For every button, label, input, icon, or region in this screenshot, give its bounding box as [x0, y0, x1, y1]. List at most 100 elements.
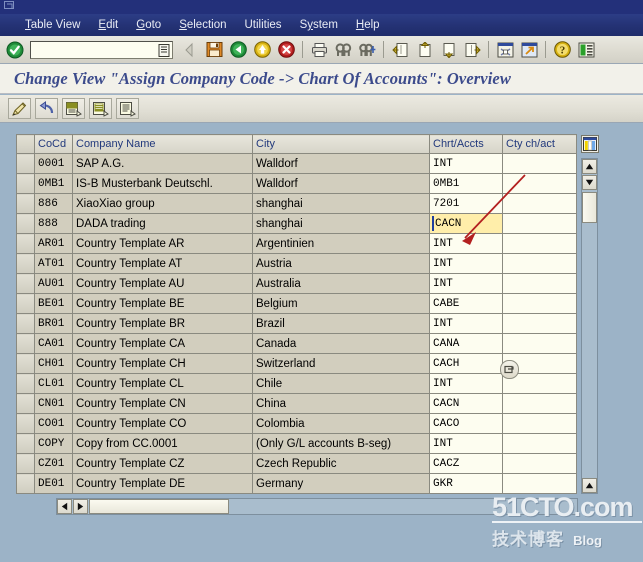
- table-row[interactable]: COPY Copy from CC.0001 (Only G/L accounts …: [16, 433, 577, 454]
- row-selector[interactable]: [16, 153, 35, 174]
- dropdown-search-help-icon[interactable]: [500, 360, 519, 379]
- table-row[interactable]: CL01 Country Template CL Chile INT: [16, 373, 577, 394]
- scroll-up-icon[interactable]: [582, 159, 597, 174]
- column-header-cocd[interactable]: CoCd: [34, 134, 73, 154]
- find-icon[interactable]: [332, 39, 354, 61]
- table-row[interactable]: AR01 Country Template AR Argentinien INT: [16, 233, 577, 254]
- scroll-bottom-icon[interactable]: [582, 478, 597, 493]
- menu-goto[interactable]: Goto: [127, 17, 170, 33]
- cell-cty[interactable]: [502, 173, 577, 194]
- cell-chrt[interactable]: INT: [429, 273, 503, 294]
- next-page-icon[interactable]: [437, 39, 459, 61]
- cell-chrt-active[interactable]: CACN: [429, 213, 503, 234]
- cell-chrt[interactable]: 0MB1: [429, 173, 503, 194]
- green-back-icon[interactable]: [227, 39, 249, 61]
- table-row[interactable]: CZ01 Country Template CZ Czech Republic CAC…: [16, 453, 577, 474]
- save-disk-icon[interactable]: [203, 39, 225, 61]
- previous-page-icon[interactable]: [413, 39, 435, 61]
- table-row[interactable]: CN01 Country Template CN China CACN: [16, 393, 577, 414]
- menu-selection[interactable]: Selection: [170, 17, 235, 33]
- table-row[interactable]: 0001 SAP A.G. Walldorf INT: [16, 153, 577, 174]
- cell-chrt[interactable]: INT: [429, 373, 503, 394]
- first-page-icon[interactable]: [389, 39, 411, 61]
- menu-system[interactable]: System: [291, 17, 347, 33]
- cell-chrt[interactable]: INT: [429, 313, 503, 334]
- cell-chrt[interactable]: CACN: [429, 393, 503, 414]
- table-row[interactable]: BE01 Country Template BE Belgium CABE: [16, 293, 577, 314]
- select-all-rows-header[interactable]: [16, 134, 35, 154]
- horizontal-scroll-thumb[interactable]: [89, 499, 229, 514]
- table-row[interactable]: 886 XiaoXiao group shanghai 7201: [16, 193, 577, 214]
- cell-cty[interactable]: [502, 433, 577, 454]
- cell-chrt[interactable]: INT: [429, 153, 503, 174]
- row-selector[interactable]: [16, 173, 35, 194]
- menu-utilities[interactable]: Utilities: [236, 17, 291, 33]
- cell-chrt[interactable]: INT: [429, 233, 503, 254]
- red-cancel-icon[interactable]: [275, 39, 297, 61]
- display-change-pencil-icon[interactable]: [8, 98, 31, 119]
- window-restore-icon[interactable]: [4, 1, 17, 12]
- menu-help[interactable]: Help: [347, 17, 389, 33]
- vertical-scroll-thumb[interactable]: [582, 192, 597, 223]
- undo-arrow-icon[interactable]: [35, 98, 58, 119]
- new-session-icon[interactable]: [494, 39, 516, 61]
- last-page-icon[interactable]: [461, 39, 483, 61]
- row-selector[interactable]: [16, 213, 35, 234]
- row-selector[interactable]: [16, 453, 35, 474]
- find-next-icon[interactable]: [356, 39, 378, 61]
- table-row[interactable]: 888 DADA trading shanghai CACN: [16, 213, 577, 234]
- row-selector[interactable]: [16, 353, 35, 374]
- scroll-left-icon[interactable]: [57, 499, 72, 514]
- customize-layout-icon[interactable]: [575, 39, 597, 61]
- row-selector[interactable]: [16, 253, 35, 274]
- scroll-down-icon[interactable]: [582, 175, 597, 190]
- row-selector[interactable]: [16, 233, 35, 254]
- cell-cty[interactable]: [502, 453, 577, 474]
- cell-chrt[interactable]: INT: [429, 253, 503, 274]
- scroll-right-icon[interactable]: [73, 499, 88, 514]
- column-header-cty-ch-act[interactable]: Cty ch/act: [502, 134, 577, 154]
- cell-chrt[interactable]: INT: [429, 433, 503, 454]
- row-selector[interactable]: [16, 273, 35, 294]
- print-icon[interactable]: [308, 39, 330, 61]
- cell-cty[interactable]: [502, 253, 577, 274]
- cell-cty[interactable]: [502, 333, 577, 354]
- command-field-dropdown-icon[interactable]: [158, 43, 170, 60]
- cell-chrt[interactable]: CACZ: [429, 453, 503, 474]
- table-row[interactable]: DE01 Country Template DE Germany GKR: [16, 473, 577, 494]
- cell-chrt[interactable]: GKR: [429, 473, 503, 494]
- column-header-city[interactable]: City: [252, 134, 430, 154]
- row-selector[interactable]: [16, 293, 35, 314]
- row-selector[interactable]: [16, 433, 35, 454]
- row-selector[interactable]: [16, 473, 35, 494]
- table-row[interactable]: CH01 Country Template CH Switzerland CACH: [16, 353, 577, 374]
- table-row[interactable]: CA01 Country Template CA Canada CANA: [16, 333, 577, 354]
- command-field[interactable]: [30, 40, 173, 60]
- help-icon[interactable]: ?: [551, 39, 573, 61]
- column-header-company-name[interactable]: Company Name: [72, 134, 253, 154]
- cell-cty[interactable]: [502, 413, 577, 434]
- table-vertical-scrollbar[interactable]: [581, 158, 598, 494]
- back-arrow-icon[interactable]: [179, 39, 201, 61]
- cell-chrt[interactable]: CANA: [429, 333, 503, 354]
- table-row[interactable]: AT01 Country Template AT Austria INT: [16, 253, 577, 274]
- table-row[interactable]: CO01 Country Template CO Colombia CACO: [16, 413, 577, 434]
- menu-table-view[interactable]: Table View: [16, 17, 89, 33]
- cell-chrt[interactable]: 7201: [429, 193, 503, 214]
- row-selector[interactable]: [16, 393, 35, 414]
- table-row[interactable]: 0MB1 IS-B Musterbank Deutschl. Walldorf 0MB…: [16, 173, 577, 194]
- table-layout-icon[interactable]: [581, 135, 599, 153]
- variable-list-icon[interactable]: [116, 98, 139, 119]
- menu-edit[interactable]: Edit: [89, 17, 127, 33]
- cell-cty[interactable]: [502, 213, 577, 234]
- cell-cty[interactable]: [502, 193, 577, 214]
- cell-cty[interactable]: [502, 153, 577, 174]
- cell-cty[interactable]: [502, 273, 577, 294]
- cell-cty[interactable]: [502, 313, 577, 334]
- cell-chrt[interactable]: CACO: [429, 413, 503, 434]
- cell-chrt[interactable]: CABE: [429, 293, 503, 314]
- row-selector[interactable]: [16, 193, 35, 214]
- row-selector[interactable]: [16, 413, 35, 434]
- deselect-all-list-icon[interactable]: [89, 98, 112, 119]
- row-selector[interactable]: [16, 373, 35, 394]
